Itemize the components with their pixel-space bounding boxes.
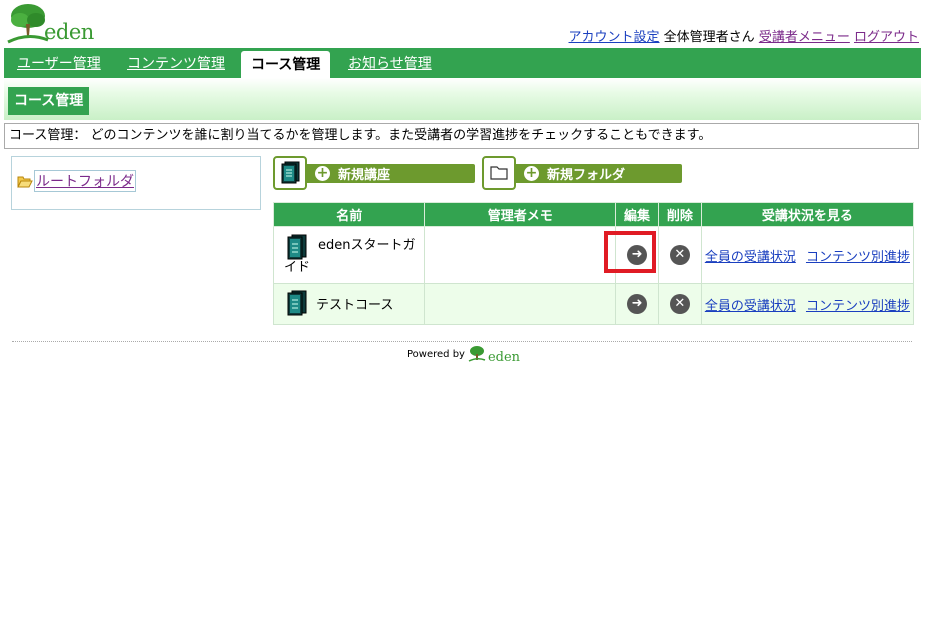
new-folder-button[interactable]: + 新規フォルダ [482, 156, 682, 190]
logo-text: eden [44, 20, 94, 44]
edit-cell: ➜ [615, 283, 659, 325]
powered-by: Powered by eden [407, 345, 521, 365]
eden-logo[interactable]: eden [6, 2, 102, 46]
table-row: edenスタートガイド ➜ ✕ 全員の受講状況 コンテンツ別進捗 [272, 226, 915, 284]
footer-divider [12, 341, 912, 342]
delete-cell: ✕ [657, 226, 702, 284]
tab-notice-management[interactable]: お知らせ管理 [348, 48, 432, 78]
close-icon[interactable]: ✕ [669, 245, 690, 265]
tab-course-management[interactable]: コース管理 [241, 51, 331, 78]
course-memo [424, 283, 617, 325]
current-user-label: 全体管理者さん [663, 30, 755, 45]
header-memo: 管理者メモ [424, 202, 617, 227]
plus-icon: + [315, 164, 330, 181]
powered-by-text: Powered by [407, 348, 465, 360]
tree-icon [468, 346, 486, 362]
header-status: 受講状況を見る [700, 202, 915, 227]
page-description: コース管理： どのコンテンツを誰に割り当てるかを管理します。また受講者の学習進捗… [4, 123, 919, 149]
folder-tree: ルートフォルダ [11, 156, 261, 210]
new-folder-label: 新規フォルダ [547, 167, 626, 183]
header-name: 名前 [272, 202, 426, 227]
new-folder-bar: + 新規フォルダ [514, 163, 682, 183]
course-book-icon [287, 290, 307, 316]
plus-icon: + [524, 164, 539, 181]
folder-icon [482, 156, 516, 190]
account-settings-link[interactable]: アカウント設定 [569, 30, 660, 45]
close-icon[interactable]: ✕ [669, 294, 690, 314]
tab-user-management[interactable]: ユーザー管理 [17, 48, 101, 78]
course-name-cell: テストコース [272, 283, 426, 325]
learner-menu-link[interactable]: 受講者メニュー [759, 30, 850, 45]
all-status-link[interactable]: 全員の受講状況 [705, 250, 796, 265]
arrow-right-icon[interactable]: ➜ [627, 245, 648, 265]
edit-cell: ➜ [615, 226, 659, 284]
sub-nav: コース管理 [4, 78, 921, 120]
root-folder-link[interactable]: ルートフォルダ [34, 170, 136, 192]
status-cell: 全員の受講状況 コンテンツ別進捗 [700, 283, 915, 325]
new-course-button[interactable]: + 新規講座 [273, 156, 475, 190]
table-row: テストコース ➜ ✕ 全員の受講状況 コンテンツ別進捗 [272, 283, 915, 325]
content-progress-link[interactable]: コンテンツ別進捗 [806, 250, 910, 265]
arrow-right-icon[interactable]: ➜ [627, 294, 648, 314]
new-course-bar: + 新規講座 [305, 163, 475, 183]
content-progress-link[interactable]: コンテンツ別進捗 [806, 299, 910, 314]
top-links: アカウント設定 全体管理者さん 受講者メニュー ログアウト [569, 26, 919, 45]
course-name-cell: edenスタートガイド [272, 226, 426, 284]
footer-brand: eden [487, 349, 521, 365]
open-folder-icon [17, 176, 33, 187]
course-book-icon [287, 234, 307, 260]
subnav-course-management[interactable]: コース管理 [8, 87, 90, 115]
all-status-link[interactable]: 全員の受講状況 [705, 299, 796, 314]
logout-link[interactable]: ログアウト [854, 30, 919, 45]
new-course-label: 新規講座 [338, 167, 391, 183]
course-table: 名前 管理者メモ 編集 削除 受講状況を見る edenスタートガイド ➜ ✕ 全… [272, 202, 915, 325]
main-nav: ユーザー管理 コンテンツ管理 コース管理 お知らせ管理 [4, 48, 921, 78]
course-book-icon [273, 156, 307, 190]
header-edit: 編集 [615, 202, 659, 227]
root-folder-item[interactable]: ルートフォルダ [17, 170, 136, 192]
table-header-row: 名前 管理者メモ 編集 削除 受講状況を見る [272, 202, 915, 227]
tab-content-management[interactable]: コンテンツ管理 [127, 48, 225, 78]
status-cell: 全員の受講状況 コンテンツ別進捗 [700, 226, 915, 284]
delete-cell: ✕ [657, 283, 702, 325]
course-memo [424, 226, 617, 284]
header-delete: 削除 [657, 202, 702, 227]
